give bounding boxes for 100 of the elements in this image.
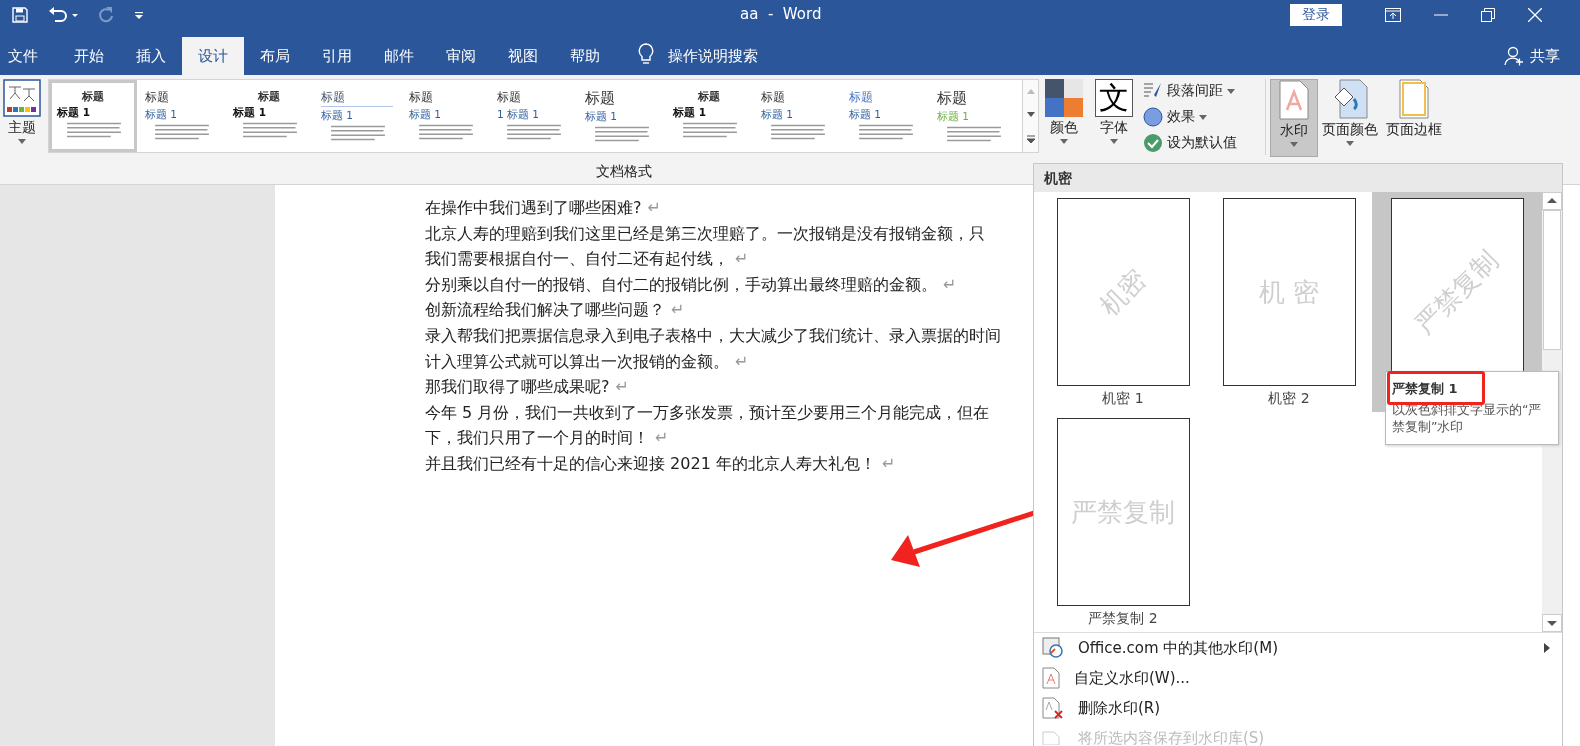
customize-toolbar-icon[interactable] bbox=[134, 10, 144, 20]
document-paragraph: 创新流程给我们解决了哪些问题？ bbox=[425, 300, 665, 320]
group-label: 文档格式 bbox=[596, 163, 652, 181]
paint-bucket-icon bbox=[1332, 79, 1368, 119]
ribbon-button[interactable]: 页面颜色 bbox=[1318, 79, 1382, 157]
ribbon-tab[interactable]: 视图 bbox=[492, 37, 554, 75]
ribbon-button[interactable]: 水印 bbox=[1270, 79, 1318, 157]
watermark-page-icon bbox=[1042, 667, 1060, 689]
document-paragraph: 分别乘以自付一的报销、自付二的报销比例，手动算出最终理赔的金额。 bbox=[425, 274, 937, 294]
globe-page-icon bbox=[1042, 637, 1064, 659]
style-title: 标题 bbox=[258, 89, 280, 104]
style-title: 标题 bbox=[409, 89, 434, 106]
colors-button[interactable]: 颜色 bbox=[1039, 79, 1089, 144]
share-button[interactable]: 共享 bbox=[1530, 37, 1560, 75]
paragraph-mark: ↵ bbox=[655, 428, 669, 448]
ribbon-tab[interactable]: 开始 bbox=[58, 37, 120, 75]
document-paragraph: 录入帮我们把票据信息录入到电子表格中，大大减少了我们统计、录入票据的时间 bbox=[425, 325, 1001, 345]
style-set-thumbnail[interactable]: 标题 标题 1 bbox=[929, 80, 1017, 152]
style-title: 标题 bbox=[497, 89, 522, 106]
style-set-thumbnail[interactable]: 标题 标题 1 bbox=[841, 80, 929, 152]
style-heading: 标题 1 bbox=[585, 110, 619, 124]
ribbon-tab[interactable]: 审阅 bbox=[430, 37, 492, 75]
caret-icon bbox=[1110, 139, 1118, 144]
more-icon[interactable] bbox=[1026, 135, 1035, 143]
style-heading: 1 标题 1 bbox=[497, 108, 541, 122]
scroll-down-icon[interactable] bbox=[1542, 614, 1562, 632]
document-paragraph: 并且我们已经有十足的信心来迎接 2021 年的北京人寿大礼包！ bbox=[425, 453, 876, 473]
style-heading: 标题 1 bbox=[849, 108, 883, 122]
document-paragraph: 我们需要根据自付一、自付二还有起付线， bbox=[425, 249, 729, 269]
caret-icon bbox=[1060, 139, 1068, 144]
scroll-up-icon[interactable] bbox=[1542, 192, 1562, 210]
paragraph-mark: ↵ bbox=[671, 300, 685, 320]
ribbon-tab[interactable]: 邮件 bbox=[368, 37, 430, 75]
menu-item[interactable]: Office.com 中的其他水印(M) bbox=[1034, 633, 1562, 663]
undo-icon[interactable] bbox=[48, 6, 78, 24]
ribbon-tab[interactable]: 文件 bbox=[0, 37, 58, 75]
style-title: 标题 bbox=[82, 89, 104, 104]
color-palette-icon bbox=[1045, 79, 1083, 117]
watermark-icon bbox=[1279, 80, 1309, 120]
document-paragraph: 今年 5 月份，我们一共收到了一万多张发票，预计至少要用三个月能完成，但在 bbox=[425, 402, 990, 422]
paragraph-mark: ↵ bbox=[735, 351, 749, 371]
style-set-thumbnail[interactable]: 标题 标题 1 bbox=[49, 80, 137, 152]
style-set-thumbnail[interactable]: 标题 标题 1 bbox=[137, 80, 225, 152]
style-set-thumbnail[interactable]: 标题 标题 1 bbox=[577, 80, 665, 152]
style-title: 标题 bbox=[698, 89, 720, 104]
ribbon-tab[interactable]: 布局 bbox=[244, 37, 306, 75]
menu-item[interactable]: 自定义水印(W)... bbox=[1034, 663, 1562, 693]
document-paragraph: 下，我们只用了一个月的时间！ bbox=[425, 428, 649, 448]
close-icon[interactable] bbox=[1528, 8, 1542, 22]
document-paragraph: 北京人寿的理赔到我们这里已经是第三次理赔了。一次报销是没有报销金额，只 bbox=[425, 223, 985, 243]
fonts-button[interactable]: 文 字体 bbox=[1089, 79, 1139, 144]
restore-icon[interactable] bbox=[1481, 8, 1495, 22]
style-title: 标题 bbox=[761, 89, 786, 106]
style-set-thumbnail[interactable]: 标题 标题 1 bbox=[225, 80, 313, 152]
ribbon-button[interactable]: 段落间距 bbox=[1139, 79, 1241, 103]
paragraph-mark: ↵ bbox=[735, 249, 749, 269]
style-set-thumbnail[interactable]: 标题 标题 1 bbox=[401, 80, 489, 152]
ribbon-button[interactable]: 页面边框 bbox=[1382, 79, 1446, 157]
style-title: 标题 bbox=[321, 89, 393, 107]
paragraph-mark: ↵ bbox=[943, 274, 957, 294]
gallery-scrollbar[interactable] bbox=[1023, 79, 1039, 153]
person-add-icon[interactable] bbox=[1504, 46, 1524, 66]
scroll-thumb[interactable] bbox=[1543, 210, 1561, 350]
style-heading: 标题 1 bbox=[233, 106, 267, 120]
sign-in-button[interactable]: 登录 bbox=[1290, 4, 1342, 26]
ribbon-tab[interactable]: 引用 bbox=[306, 37, 368, 75]
style-heading: 标题 1 bbox=[761, 108, 795, 122]
paragraph-mark: ↵ bbox=[881, 453, 896, 473]
document-paragraph: 在操作中我们遇到了哪些困难? bbox=[425, 198, 642, 217]
caret-icon bbox=[18, 139, 26, 144]
style-heading: 标题 1 bbox=[937, 110, 971, 124]
lightbulb-icon[interactable] bbox=[638, 43, 654, 65]
style-title: 标题 bbox=[849, 89, 874, 106]
style-title: 标题 bbox=[937, 89, 968, 108]
ribbon-tab[interactable]: 帮助 bbox=[554, 37, 616, 75]
style-heading: 标题 1 bbox=[673, 106, 707, 120]
style-set-thumbnail[interactable]: 标题 标题 1 bbox=[665, 80, 753, 152]
page-border-icon bbox=[1399, 79, 1429, 119]
redo-icon[interactable] bbox=[98, 6, 114, 24]
ribbon-tab[interactable]: 设计 bbox=[182, 37, 244, 75]
themes-icon bbox=[3, 79, 41, 117]
tell-me-search[interactable]: 操作说明搜索 bbox=[668, 37, 758, 75]
ribbon-button[interactable]: 效果 bbox=[1139, 105, 1241, 129]
document-paragraph: 那我们取得了哪些成果呢? bbox=[425, 377, 610, 397]
remove-watermark-icon bbox=[1042, 697, 1064, 719]
themes-button[interactable]: 主题 bbox=[0, 79, 44, 144]
style-set-thumbnail[interactable]: 标题 标题 1 bbox=[753, 80, 841, 152]
save-icon[interactable] bbox=[12, 7, 28, 23]
style-set-thumbnail[interactable]: 标题 标题 1 bbox=[313, 80, 401, 152]
ribbon-display-icon[interactable] bbox=[1385, 8, 1401, 22]
style-heading: 标题 1 bbox=[145, 108, 179, 122]
style-heading: 标题 1 bbox=[57, 106, 91, 120]
ribbon-button[interactable]: 设为默认值 bbox=[1139, 131, 1241, 155]
menu-item[interactable]: 删除水印(R) bbox=[1034, 693, 1562, 723]
paragraph-mark: ↵ bbox=[615, 377, 629, 397]
style-set-thumbnail[interactable]: 标题 1 标题 1 bbox=[489, 80, 577, 152]
style-title: 标题 bbox=[145, 89, 170, 106]
scroll-down-icon[interactable] bbox=[1026, 112, 1035, 117]
ribbon-tab[interactable]: 插入 bbox=[120, 37, 182, 75]
section-header: 机密 bbox=[1034, 164, 1562, 192]
